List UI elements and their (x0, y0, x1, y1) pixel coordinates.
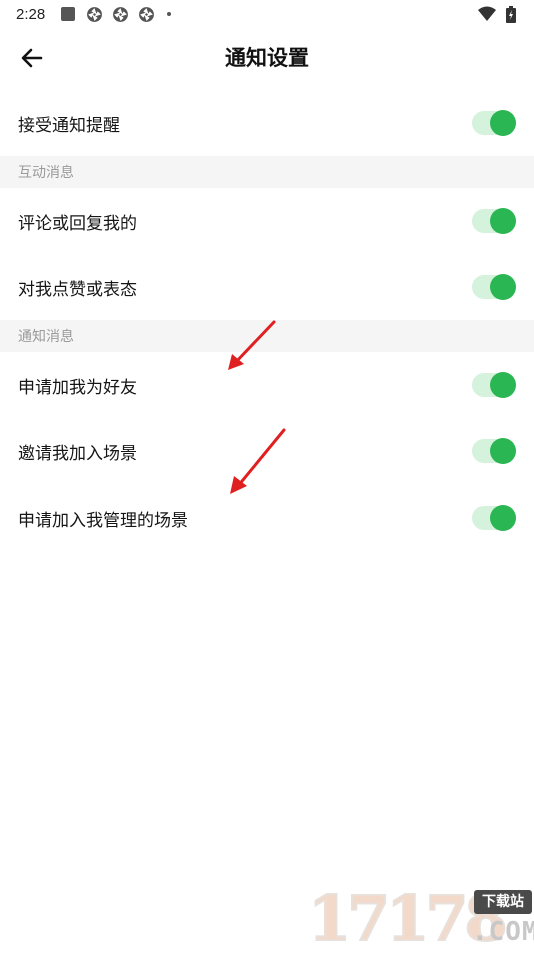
watermark-suffix: .COM (472, 917, 534, 947)
toggle-knob (490, 110, 516, 136)
row-like-reaction[interactable]: 对我点赞或表态 (0, 254, 534, 320)
page-title: 通知设置 (225, 46, 309, 70)
status-right (478, 5, 520, 23)
notification-dot-icon (167, 12, 172, 16)
app-bar: 通知设置 (0, 28, 534, 88)
toggle-knob (490, 372, 516, 398)
comment-reply-toggle[interactable] (472, 208, 516, 234)
wifi-icon (478, 5, 496, 23)
battery-icon (502, 5, 520, 23)
row-label: 申请加我为好友 (18, 377, 137, 398)
toggle-knob (490, 505, 516, 531)
row-label: 申请加入我管理的场景 (18, 510, 188, 531)
status-bar: 2:28 (0, 0, 534, 28)
toggle-knob (490, 274, 516, 300)
watermark-badge: 下载站 (474, 890, 532, 914)
row-label: 邀请我加入场景 (18, 443, 137, 464)
aperture-icon (137, 5, 155, 23)
row-comment-reply[interactable]: 评论或回复我的 (0, 188, 534, 254)
scene-invite-toggle[interactable] (472, 438, 516, 464)
stop-square-icon (59, 5, 77, 23)
friend-request-toggle[interactable] (472, 372, 516, 398)
toggle-knob (490, 208, 516, 234)
aperture-icon (111, 5, 129, 23)
watermark-logo: 17178 下载站 .COM (307, 884, 534, 951)
status-time: 2:28 (16, 5, 46, 23)
scene-join-request-toggle[interactable] (472, 505, 516, 531)
like-reaction-toggle[interactable] (472, 274, 516, 300)
row-label: 对我点赞或表态 (18, 279, 137, 300)
status-left: 2:28 (16, 5, 172, 23)
aperture-icon (85, 5, 103, 23)
row-label: 评论或回复我的 (18, 213, 137, 234)
toggle-knob (490, 438, 516, 464)
annotation-arrow-icon (230, 428, 286, 494)
row-label: 接受通知提醒 (18, 115, 120, 136)
accept-notifications-toggle[interactable] (472, 110, 516, 136)
annotation-arrow-icon (228, 320, 276, 370)
section-header-interaction: 互动消息 (0, 156, 534, 188)
row-accept-notifications[interactable]: 接受通知提醒 (0, 90, 534, 156)
